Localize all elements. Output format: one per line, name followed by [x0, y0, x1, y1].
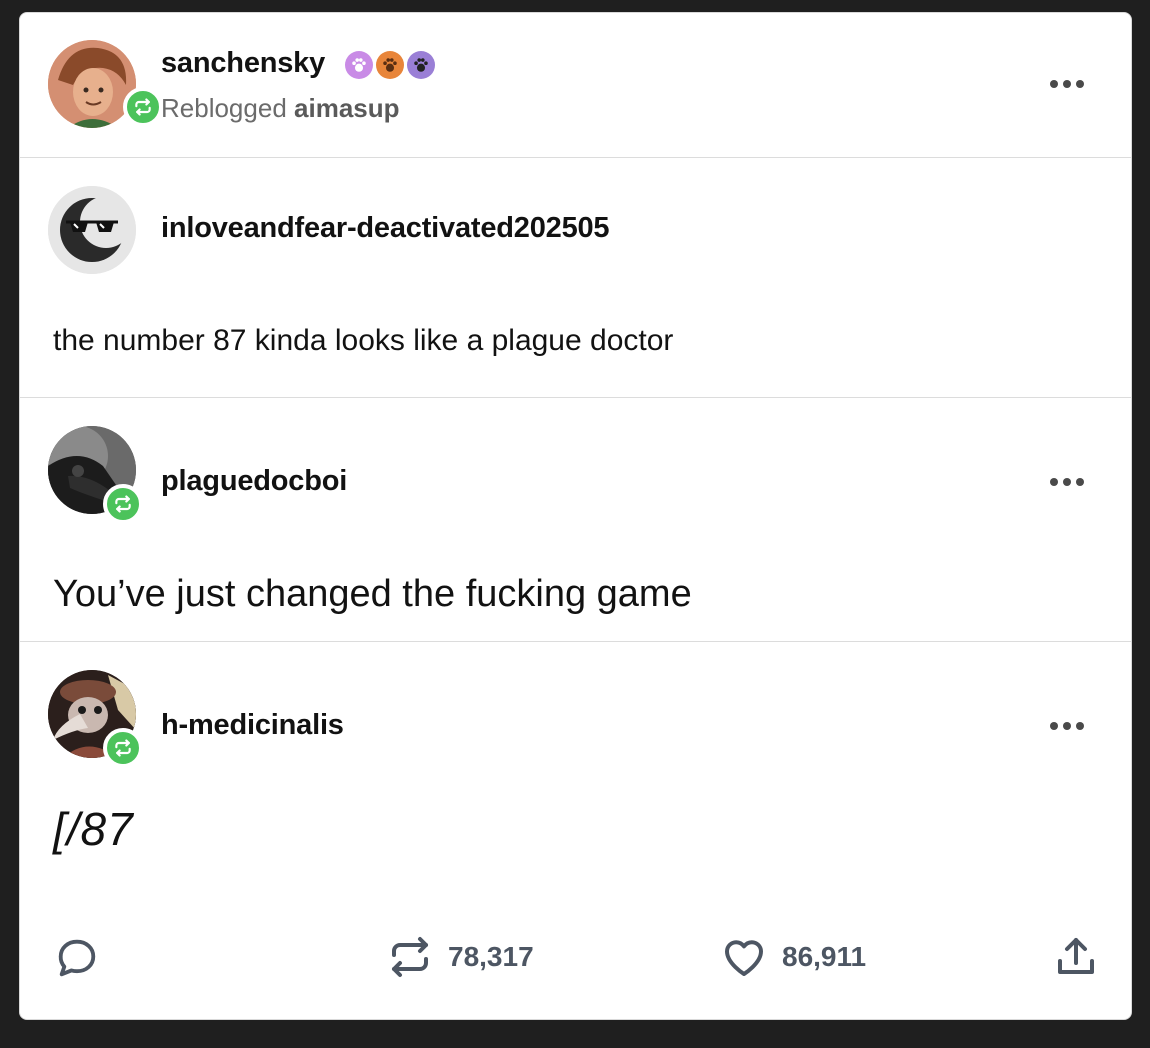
reblog-badge-icon: [123, 87, 163, 127]
post-text: You’ve just changed the fucking game: [53, 573, 692, 615]
post-text: the number 87 kinda looks like a plague …: [53, 324, 674, 357]
post-card: sanchensky Reblogged aimasup inloveandfe…: [19, 12, 1132, 1020]
paw-badge-icon[interactable]: [345, 51, 373, 79]
post-text: [/87: [53, 803, 134, 855]
heart-icon: [725, 940, 763, 976]
reblog-count: 78,317: [448, 941, 534, 972]
reblogged-from-line: Reblogged aimasup: [161, 93, 400, 124]
reply-button[interactable]: [54, 935, 100, 981]
reblog-badge-icon: [103, 484, 143, 524]
paw-badge-icon[interactable]: [376, 51, 404, 79]
reblogged-label: Reblogged: [161, 93, 287, 123]
reblog-trail-item: plaguedocboi You’ve just changed the fuc…: [20, 398, 1131, 641]
reblog-icon: [392, 937, 428, 977]
paw-badge-icon[interactable]: [407, 51, 435, 79]
like-button[interactable]: 86,911: [720, 933, 866, 981]
post-username[interactable]: inloveandfear-deactivated202505: [161, 212, 610, 245]
post-username[interactable]: h-medicinalis: [161, 709, 344, 742]
reblog-trail-item: inloveandfear-deactivated202505 the numb…: [20, 158, 1131, 398]
sanchensky-avatar[interactable]: [48, 40, 136, 128]
post-header: sanchensky Reblogged aimasup: [20, 13, 1131, 157]
like-count: 86,911: [782, 941, 867, 972]
community-badges: [345, 51, 435, 79]
comment-icon: [58, 939, 96, 977]
header-more-options-icon[interactable]: [1050, 80, 1084, 88]
share-button[interactable]: [1052, 933, 1100, 981]
inloveandfear-avatar[interactable]: [48, 186, 136, 274]
post-footer: 78,317 86,911: [20, 913, 1131, 1013]
reblog-button[interactable]: 78,317: [386, 933, 534, 981]
post-more-options-icon[interactable]: [1050, 478, 1084, 486]
header-username[interactable]: sanchensky: [161, 47, 325, 80]
reblog-trail-item: h-medicinalis [/87: [20, 642, 1131, 912]
reblogged-from-username[interactable]: aimasup: [294, 93, 400, 123]
reblog-badge-icon: [103, 728, 143, 768]
post-more-options-icon[interactable]: [1050, 722, 1084, 730]
share-icon: [1058, 938, 1094, 974]
post-username[interactable]: plaguedocboi: [161, 465, 347, 498]
